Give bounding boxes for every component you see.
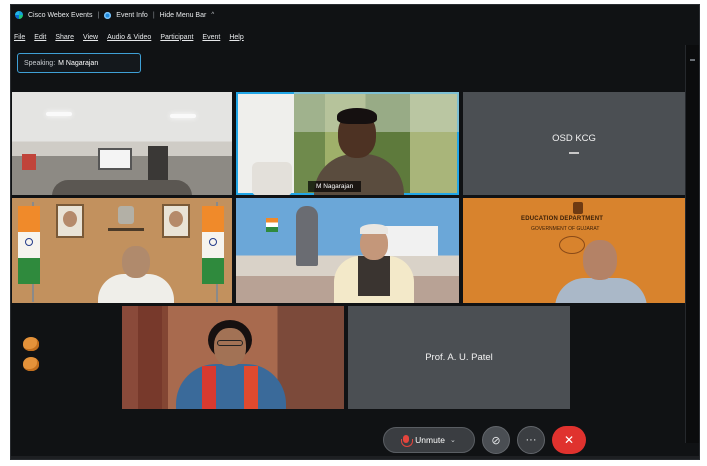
- emblem-icon: [573, 202, 583, 214]
- participant-face: [214, 328, 246, 366]
- reaction-clap-icon: [23, 337, 39, 351]
- participant-body: [555, 278, 647, 303]
- more-options-button[interactable]: ···: [517, 426, 545, 454]
- backdrop-subtitle: GOVERNMENT OF GUJARAT: [531, 226, 600, 232]
- video-icon: ⊘: [491, 434, 501, 447]
- menu-event[interactable]: Event: [202, 34, 220, 41]
- menu-bar: File Edit Share View Audio & Video Parti…: [11, 29, 244, 45]
- participant-body: [98, 274, 174, 303]
- event-info-button[interactable]: Event Info: [116, 12, 148, 19]
- participant-face: [583, 240, 617, 280]
- participant-vest: [358, 256, 390, 296]
- wall-panel: [22, 154, 36, 170]
- video-tile-office-room[interactable]: [12, 92, 232, 195]
- side-scrollbar[interactable]: [685, 45, 699, 443]
- participant-name: Prof. A. U. Patel: [425, 352, 493, 363]
- scarf: [202, 366, 216, 409]
- close-icon: ✕: [563, 433, 575, 447]
- display-board: [98, 148, 132, 170]
- participant-face: [122, 246, 150, 278]
- video-tile-lady-participant[interactable]: [122, 306, 344, 409]
- hide-menu-bar-button[interactable]: Hide Menu Bar: [160, 12, 207, 19]
- video-tile-statue-backdrop[interactable]: [236, 198, 459, 303]
- webex-window: Cisco Webex Events | Event Info | Hide M…: [10, 4, 700, 460]
- statue-image: [296, 206, 318, 266]
- ceiling-light: [170, 114, 196, 118]
- portrait-frame: [162, 204, 190, 238]
- backdrop-logo: [559, 236, 585, 254]
- backdrop-title: EDUCATION DEPARTMENT: [521, 216, 604, 222]
- microphone-muted-icon: [401, 434, 414, 447]
- video-tile-osd-kcg[interactable]: OSD KCG: [463, 92, 685, 195]
- menu-file[interactable]: File: [14, 34, 25, 41]
- indian-flag-small: [266, 218, 278, 232]
- divider: |: [97, 11, 100, 19]
- scroll-marker: [690, 59, 695, 61]
- title-bar: Cisco Webex Events | Event Info | Hide M…: [11, 5, 699, 25]
- participant-hair: [337, 108, 377, 124]
- unmute-label: Unmute: [415, 435, 445, 445]
- speaking-label: Speaking:: [24, 59, 56, 67]
- menu-help[interactable]: Help: [229, 34, 243, 41]
- reaction-clap-icon: [23, 357, 39, 371]
- menu-participant[interactable]: Participant: [160, 34, 193, 41]
- conference-table: [52, 180, 192, 195]
- divider: |: [152, 11, 155, 19]
- menu-edit[interactable]: Edit: [34, 34, 46, 41]
- more-icon: ···: [525, 434, 537, 446]
- menu-audio-video[interactable]: Audio & Video: [107, 34, 151, 41]
- curtain: [138, 306, 168, 409]
- participant-body: [176, 364, 286, 409]
- bottom-edge: [11, 456, 699, 459]
- speaking-indicator: Speaking: M Nagarajan: [17, 53, 141, 73]
- unmute-button[interactable]: Unmute ⌄: [383, 427, 475, 453]
- chevron-down-icon[interactable]: ⌄: [450, 436, 456, 444]
- participant-name-tag: M Nagarajan: [308, 181, 362, 192]
- menu-share[interactable]: Share: [55, 34, 74, 41]
- door: [148, 146, 168, 180]
- indian-flag-left: [18, 206, 40, 284]
- national-emblem: [118, 206, 134, 224]
- stop-video-button[interactable]: ⊘: [482, 426, 510, 454]
- scarf: [244, 366, 258, 409]
- meeting-controls: Unmute ⌄ ⊘ ··· ✕: [383, 425, 586, 455]
- video-tile-official-with-flags[interactable]: [12, 198, 232, 303]
- video-tile-prof-patel[interactable]: Prof. A. U. Patel: [348, 306, 570, 409]
- leave-meeting-button[interactable]: ✕: [552, 426, 586, 454]
- menu-view[interactable]: View: [83, 34, 98, 41]
- app-title: Cisco Webex Events: [28, 11, 93, 19]
- chair: [252, 162, 292, 195]
- speaking-name: M Nagarajan: [58, 59, 99, 67]
- participant-name: OSD KCG: [552, 133, 596, 145]
- portrait-frame: [56, 204, 84, 238]
- participant-hair: [360, 224, 388, 234]
- emblem-caption: [108, 228, 144, 231]
- webex-logo-icon: [15, 11, 23, 19]
- caret-up-icon[interactable]: ^: [211, 12, 214, 18]
- video-tile-education-department[interactable]: EDUCATION DEPARTMENT GOVERNMENT OF GUJAR…: [463, 198, 685, 303]
- glasses: [217, 340, 243, 346]
- info-icon: [104, 11, 112, 19]
- background-trees: [294, 92, 459, 132]
- indian-flag-right: [202, 206, 224, 284]
- participant-status-mark: [569, 152, 579, 154]
- video-tile-active-speaker[interactable]: M Nagarajan: [236, 92, 459, 195]
- ceiling-light: [46, 112, 72, 116]
